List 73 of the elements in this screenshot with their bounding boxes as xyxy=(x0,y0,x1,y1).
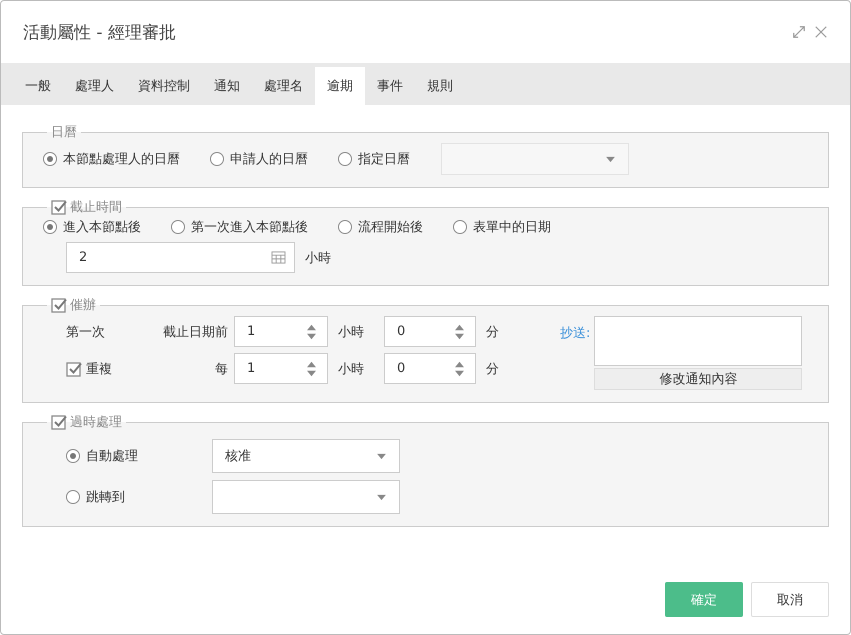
radio-button[interactable] xyxy=(453,220,467,234)
cancel-button[interactable]: 取消 xyxy=(751,582,829,617)
number-field[interactable]: 1 xyxy=(234,316,328,347)
spinner-arrows-icon[interactable] xyxy=(306,360,317,378)
radio-label: 表單中的日期 xyxy=(473,219,551,236)
number-field[interactable]: 0 xyxy=(384,316,476,347)
checkbox[interactable] xyxy=(66,360,82,376)
radio-button[interactable] xyxy=(338,220,352,234)
radio-label: 第一次進入本節點後 xyxy=(191,219,308,236)
tab[interactable]: 規則 xyxy=(415,67,465,105)
dialog-title: 活動屬性 - 經理審批 xyxy=(23,22,176,44)
field-label: 截止日期前 xyxy=(162,324,229,340)
radio-button[interactable] xyxy=(66,449,80,463)
radio-option[interactable]: 跳轉到 xyxy=(66,488,182,506)
checkbox[interactable] xyxy=(51,199,67,215)
radio-option[interactable]: 指定日曆 xyxy=(338,150,410,168)
radio-label: 自動處理 xyxy=(86,448,138,465)
radio-option[interactable]: 流程開始後 xyxy=(338,218,423,236)
unit-label: 小時 xyxy=(305,250,331,266)
number-field[interactable]: 0 xyxy=(384,353,476,384)
radio-option[interactable]: 自動處理 xyxy=(66,447,182,465)
hours-field[interactable]: 2 xyxy=(66,242,295,273)
dropdown-value: 核准 xyxy=(225,448,251,465)
number-field[interactable]: 1 xyxy=(234,353,328,384)
cc-field[interactable] xyxy=(594,316,802,366)
radio-button[interactable] xyxy=(338,152,352,166)
radio-button[interactable] xyxy=(210,152,224,166)
group-title: 截止時間 xyxy=(70,199,122,216)
tab[interactable]: 資料控制 xyxy=(126,67,202,105)
tab[interactable]: 事件 xyxy=(365,67,415,105)
tab[interactable]: 一般 xyxy=(13,67,63,105)
caret-icon xyxy=(376,452,387,460)
tab[interactable]: 處理名 xyxy=(252,67,315,105)
unit-label: 分 xyxy=(486,324,500,340)
tab[interactable]: 處理人 xyxy=(63,67,126,105)
radio-option[interactable]: 表單中的日期 xyxy=(453,218,551,236)
spinner-arrows-icon[interactable] xyxy=(306,322,317,340)
unit-label: 分 xyxy=(486,360,500,378)
radio-button[interactable] xyxy=(66,490,80,504)
group-title: 日曆 xyxy=(51,124,77,141)
radio-option[interactable]: 第一次進入本節點後 xyxy=(171,218,308,236)
tab[interactable]: 逾期 xyxy=(315,67,365,105)
field-label: 每 xyxy=(214,360,229,378)
checkbox-label: 重複 xyxy=(86,360,112,378)
expand-icon[interactable] xyxy=(792,25,806,39)
unit-label: 小時 xyxy=(338,324,365,340)
tab[interactable]: 通知 xyxy=(202,67,252,105)
group-title: 過時處理 xyxy=(70,414,122,431)
radio-label: 跳轉到 xyxy=(86,489,125,506)
unit-label: 小時 xyxy=(338,360,365,378)
radio-label: 進入本節點後 xyxy=(63,219,141,236)
radio-option[interactable]: 申請人的日曆 xyxy=(210,150,308,168)
row-label: 第一次 xyxy=(66,324,105,340)
spinner-arrows-icon[interactable] xyxy=(454,322,465,340)
radio-option[interactable]: 本節點處理人的日曆 xyxy=(43,150,180,168)
spinner-arrows-icon[interactable] xyxy=(454,360,465,378)
caret-icon xyxy=(376,494,387,500)
radio-button[interactable] xyxy=(43,220,57,234)
group-title: 催辦 xyxy=(70,297,96,314)
dropdown[interactable]: 核准 xyxy=(212,439,400,473)
radio-button[interactable] xyxy=(171,220,185,234)
radio-label: 本節點處理人的日曆 xyxy=(63,151,180,168)
radio-option[interactable]: 進入本節點後 xyxy=(43,218,141,236)
radio-label: 指定日曆 xyxy=(358,151,410,168)
close-icon[interactable] xyxy=(814,25,828,39)
checkbox[interactable] xyxy=(51,414,67,430)
calendar-icon[interactable] xyxy=(271,251,286,264)
caret-icon xyxy=(605,156,616,162)
edit-notification-button[interactable]: 修改通知內容 xyxy=(594,368,802,390)
radio-label: 申請人的日曆 xyxy=(230,151,308,168)
radio-label: 流程開始後 xyxy=(358,219,423,236)
checkbox[interactable] xyxy=(51,297,67,313)
radio-button[interactable] xyxy=(43,152,57,166)
